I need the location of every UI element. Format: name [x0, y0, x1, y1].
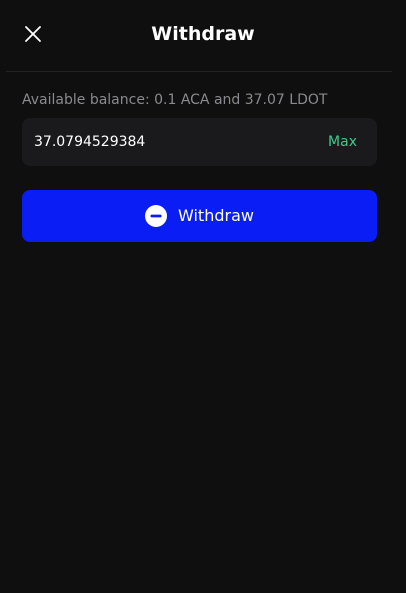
header: Withdraw: [0, 0, 406, 70]
page-title: Withdraw: [151, 23, 255, 45]
withdraw-panel: Withdraw Available balance: 0.1 ACA and …: [0, 0, 406, 593]
max-button[interactable]: Max: [328, 118, 357, 166]
amount-field-container: Max: [22, 118, 377, 166]
minus-circle-icon: [145, 205, 168, 227]
available-balance-text: Available balance: 0.1 ACA and 37.07 LDO…: [22, 92, 328, 108]
header-divider: [6, 71, 392, 72]
withdraw-button[interactable]: Withdraw: [22, 190, 377, 242]
amount-input[interactable]: [34, 118, 304, 166]
withdraw-button-label: Withdraw: [178, 206, 254, 225]
